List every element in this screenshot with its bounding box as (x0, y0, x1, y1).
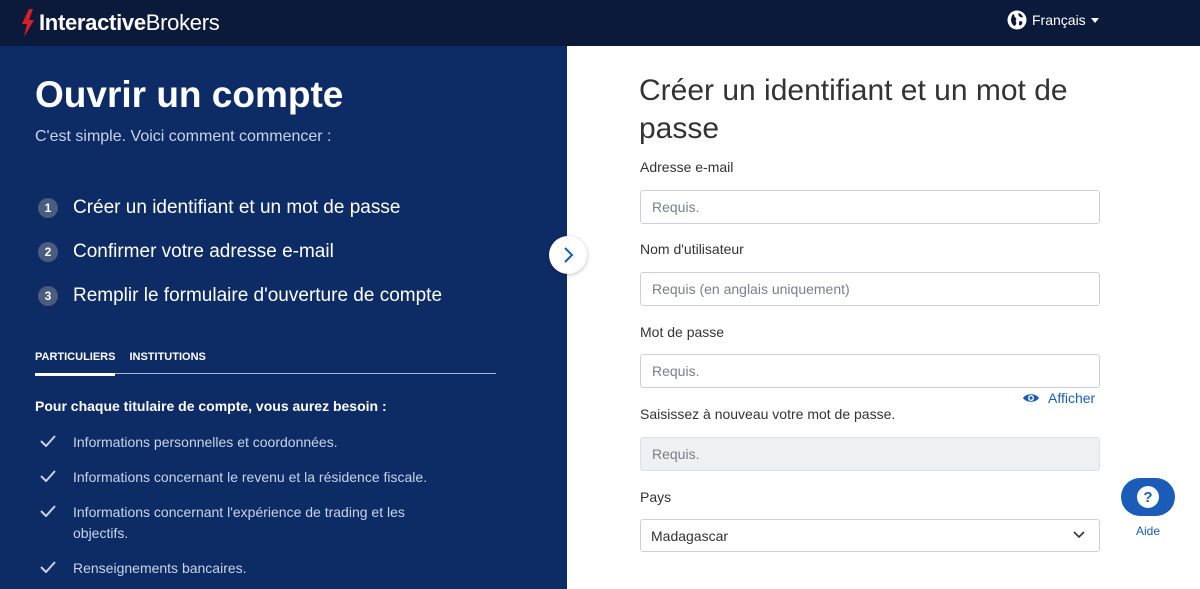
left-panel: Ouvrir un compte C'est simple. Voici com… (0, 46, 567, 589)
confirm-password-field[interactable] (640, 437, 1100, 471)
show-password-toggle[interactable]: Afficher (1022, 390, 1095, 406)
caret-down-icon (1090, 17, 1099, 23)
requirement-item: Informations concernant l'expérience de … (40, 502, 460, 544)
checkmark-icon (40, 561, 56, 573)
requirements-heading: Pour chaque titulaire de compte, vous au… (35, 398, 387, 414)
step-number-badge: 2 (38, 242, 58, 262)
password-label: Mot de passe (640, 324, 725, 340)
requirement-text: Renseignements bancaires. (73, 560, 247, 576)
requirement-text: Informations concernant le revenu et la … (73, 469, 428, 485)
country-label: Pays (640, 489, 672, 505)
account-type-tabs: PARTICULIERS INSTITUTIONS (35, 348, 496, 376)
logo-flame-icon (22, 9, 34, 37)
username-field[interactable] (640, 272, 1100, 306)
top-bar: InteractiveBrokers Français (0, 0, 1200, 46)
email-label: Adresse e-mail (640, 159, 734, 175)
checkmark-icon (40, 435, 56, 447)
chevron-right-icon (564, 247, 574, 263)
requirement-text: Informations concernant l'expérience de … (73, 504, 405, 541)
requirement-item: Informations concernant le revenu et la … (40, 467, 460, 488)
language-selector[interactable]: Français (1007, 9, 1099, 31)
password-field[interactable] (640, 354, 1100, 388)
step-label: Confirmer votre adresse e-mail (73, 241, 334, 262)
requirement-text: Informations personnelles et coordonnées… (73, 434, 338, 450)
country-selected-value: Madagascar (651, 527, 729, 544)
interactive-brokers-logo[interactable]: InteractiveBrokers (20, 7, 220, 39)
page-subtitle: C'est simple. Voici comment commencer : (35, 128, 332, 145)
help-label: Aide (1135, 524, 1161, 538)
logo-text-light: Brokers (145, 10, 220, 35)
step-label: Remplir le formulaire d'ouverture de com… (73, 285, 443, 306)
email-field[interactable] (640, 190, 1100, 224)
country-select[interactable]: Madagascar (640, 519, 1100, 552)
step-number-badge: 1 (38, 198, 58, 218)
steps-list: 1 Créer un identifiant et un mot de pass… (38, 186, 442, 318)
globe-icon (1007, 10, 1027, 30)
tab-institutions[interactable]: INSTITUTIONS (129, 348, 205, 374)
step-item: 3 Remplir le formulaire d'ouverture de c… (38, 274, 442, 318)
requirements-list: Informations personnelles et coordonnées… (40, 432, 460, 589)
checkmark-icon (40, 505, 56, 517)
confirm-password-label: Saisissez à nouveau votre mot de passe. (640, 406, 896, 422)
requirement-item: Informations personnelles et coordonnées… (40, 432, 460, 453)
tab-particuliers[interactable]: PARTICULIERS (35, 348, 116, 376)
show-password-label: Afficher (1048, 390, 1096, 406)
help-button[interactable]: ? Aide (1121, 478, 1175, 538)
eye-icon (1023, 394, 1039, 402)
step-number-badge: 3 (38, 286, 58, 306)
chevron-down-icon (1073, 531, 1085, 539)
question-mark-icon: ? (1137, 486, 1159, 508)
step-label: Créer un identifiant et un mot de passe (73, 197, 401, 218)
next-arrow-button[interactable] (549, 236, 587, 274)
checkmark-icon (40, 470, 56, 482)
language-label: Français (1032, 12, 1086, 28)
step-item: 1 Créer un identifiant et un mot de pass… (38, 186, 442, 230)
form-title: Créer un identifiant et un mot de passe (639, 74, 1068, 145)
logo-text-bold: Interactive (39, 10, 146, 35)
help-bubble-icon: ? (1121, 478, 1175, 516)
step-item: 2 Confirmer votre adresse e-mail (38, 230, 442, 274)
username-label: Nom d'utilisateur (640, 241, 744, 257)
page-title: Ouvrir un compte (35, 74, 344, 115)
requirement-item: Renseignements bancaires. (40, 558, 460, 579)
